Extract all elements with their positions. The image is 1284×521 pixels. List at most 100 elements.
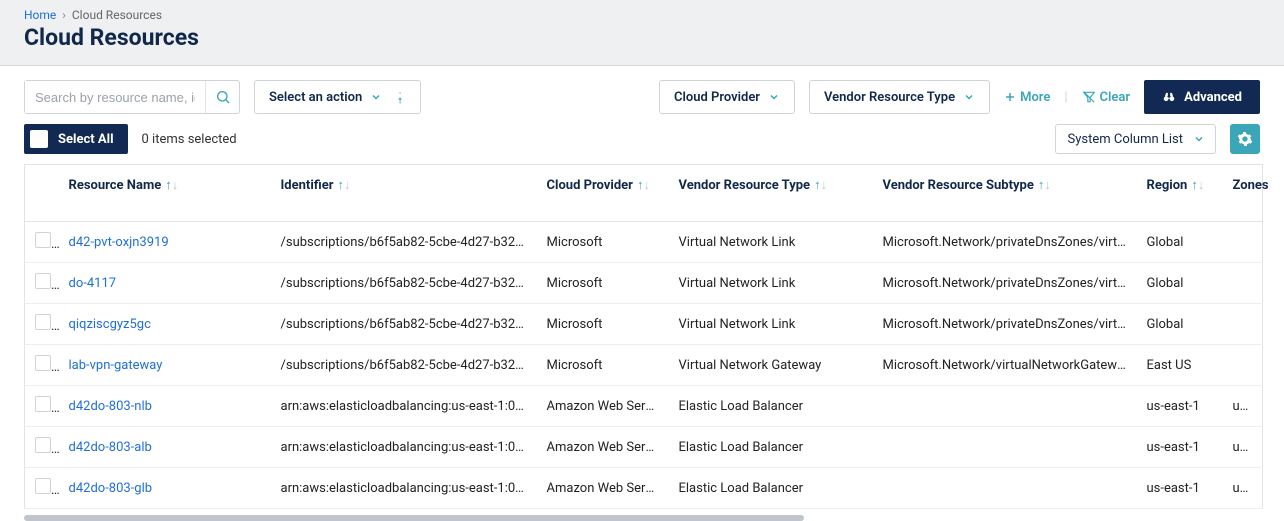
resource-name-link[interactable]: do-4117 — [69, 276, 117, 291]
filter-cloud-provider[interactable]: Cloud Provider — [659, 80, 795, 114]
cell-vendor-resource-type: Elastic Load Balancer — [669, 427, 873, 468]
advanced-button[interactable]: Advanced — [1144, 80, 1260, 114]
horizontal-scrollbar[interactable] — [24, 515, 804, 521]
clear-filters[interactable]: Clear — [1082, 90, 1131, 105]
col-cloud-provider[interactable]: Cloud Provider↑↓ — [537, 165, 669, 222]
chevron-down-icon — [963, 91, 975, 103]
cell-identifier: arn:aws:elasticloadbalancing:us-east-1:0… — [271, 468, 537, 509]
cell-zones: us-e... — [1223, 427, 1263, 468]
table-row: d42do-803-glb arn:aws:elasticloadbalancin… — [25, 468, 1263, 509]
action-dropdown[interactable]: Select an action — [254, 80, 421, 114]
row-checkbox[interactable] — [35, 314, 51, 330]
breadcrumb-current: Cloud Resources — [72, 8, 162, 22]
table-header-row: Resource Name↑↓ Identifier↑↓ Cloud Provi… — [25, 165, 1263, 222]
toolbar-divider: | — [1064, 90, 1067, 105]
more-filters-label: More — [1020, 90, 1050, 105]
cell-vendor-resource-type: Elastic Load Balancer — [669, 468, 873, 509]
cell-cloud-provider: Microsoft — [537, 222, 669, 263]
table-row: d42do-803-nlbarn:aws:elasticloadbalancin… — [25, 386, 1263, 427]
search-input[interactable] — [25, 81, 205, 113]
cell-cloud-provider: Microsoft — [537, 304, 669, 345]
cell-vendor-resource-subtype: Microsoft.Network/virtualNetworkGateways — [873, 345, 1137, 386]
resource-name-link[interactable]: d42do-803-nlb — [69, 399, 152, 414]
sort-icon: ↑↓ — [637, 178, 650, 193]
cell-zones — [1223, 263, 1263, 304]
table-wrap: Resource Name↑↓ Identifier↑↓ Cloud Provi… — [0, 164, 1284, 515]
cell-vendor-resource-subtype: Microsoft.Network/privateDnsZones/virtua… — [873, 222, 1137, 263]
resource-name-link[interactable]: lab-vpn-gateway — [69, 358, 163, 373]
row-checkbox[interactable] — [35, 232, 51, 248]
filter-vendor-resource-type-label: Vendor Resource Type — [824, 90, 955, 105]
chevron-down-icon — [768, 91, 780, 103]
search-icon — [215, 89, 231, 105]
more-filters[interactable]: More — [1004, 90, 1050, 105]
cell-region: us-east-1 — [1137, 427, 1223, 468]
cell-region: us-east-1 — [1137, 468, 1223, 509]
cell-vendor-resource-subtype — [873, 386, 1137, 427]
gear-icon — [1237, 131, 1253, 147]
clear-filters-label: Clear — [1100, 90, 1131, 105]
cell-cloud-provider: Amazon Web Servi... — [537, 386, 669, 427]
resource-name-link[interactable]: d42do-803-alb — [69, 440, 152, 455]
select-all-button[interactable]: Select All — [24, 124, 128, 154]
cell-region: Global — [1137, 304, 1223, 345]
select-all-checkbox[interactable] — [30, 130, 48, 148]
pin-button[interactable] — [386, 85, 410, 109]
selection-row: Select All 0 items selected System Colum… — [0, 124, 1284, 164]
cell-region: Global — [1137, 222, 1223, 263]
col-vendor-resource-type[interactable]: Vendor Resource Type↑↓ — [669, 165, 873, 222]
resource-name-link[interactable]: d42do-803-glb — [69, 481, 153, 496]
cell-identifier: /subscriptions/b6f5ab82-5cbe-4d27-b323-.… — [271, 263, 537, 304]
action-dropdown-label: Select an action — [269, 90, 362, 105]
sort-icon: ↑↓ — [1038, 178, 1051, 193]
table-row: do-4117/subscriptions/b6f5ab82-5cbe-4d27… — [25, 263, 1263, 304]
resource-name-link[interactable]: qiqziscgyz5gc — [69, 317, 151, 332]
cell-identifier: arn:aws:elasticloadbalancing:us-east-1:0… — [271, 427, 537, 468]
search-button[interactable] — [205, 81, 239, 113]
cell-zones — [1223, 222, 1263, 263]
cell-identifier: /subscriptions/b6f5ab82-5cbe-4d27-b323-.… — [271, 222, 537, 263]
row-checkbox[interactable] — [35, 478, 51, 494]
column-picker-label: System Column List — [1068, 132, 1183, 147]
breadcrumb-home[interactable]: Home — [24, 8, 56, 22]
sort-icon: ↑↓ — [165, 178, 178, 193]
table-row: lab-vpn-gateway/subscriptions/b6f5ab82-5… — [25, 345, 1263, 386]
breadcrumb-separator: › — [62, 8, 66, 22]
breadcrumb: Home › Cloud Resources — [24, 8, 1260, 22]
col-zones[interactable]: Zones — [1223, 165, 1263, 222]
cell-zones: us-e... — [1223, 468, 1263, 509]
cell-vendor-resource-type: Virtual Network Link — [669, 263, 873, 304]
cell-vendor-resource-subtype: Microsoft.Network/privateDnsZones/virtua… — [873, 304, 1137, 345]
plus-icon — [1004, 91, 1016, 103]
chevron-down-icon — [370, 91, 382, 103]
clear-filter-icon — [1082, 90, 1096, 104]
table-row: d42-pvt-oxjn3919/subscriptions/b6f5ab82-… — [25, 222, 1263, 263]
resource-name-link[interactable]: d42-pvt-oxjn3919 — [69, 235, 169, 250]
row-checkbox[interactable] — [35, 437, 51, 453]
sort-icon: ↑↓ — [337, 178, 350, 193]
row-checkbox[interactable] — [35, 396, 51, 412]
page-title: Cloud Resources — [24, 24, 1260, 51]
col-vendor-resource-subtype[interactable]: Vendor Resource Subtype↑↓ — [873, 165, 1137, 222]
search-wrap — [24, 80, 240, 114]
settings-button[interactable] — [1230, 124, 1260, 154]
pin-icon — [391, 90, 405, 104]
cell-cloud-provider: Amazon Web Servi... — [537, 468, 669, 509]
cell-vendor-resource-type: Virtual Network Gateway — [669, 345, 873, 386]
filter-vendor-resource-type[interactable]: Vendor Resource Type — [809, 80, 990, 114]
cell-vendor-resource-subtype: Microsoft.Network/privateDnsZones/virtua… — [873, 263, 1137, 304]
cell-region: East US — [1137, 345, 1223, 386]
col-identifier[interactable]: Identifier↑↓ — [271, 165, 537, 222]
selection-count: 0 items selected — [142, 132, 237, 147]
col-region[interactable]: Region↑↓ — [1137, 165, 1223, 222]
cell-cloud-provider: Microsoft — [537, 345, 669, 386]
sort-icon: ↑↓ — [1191, 178, 1204, 193]
row-checkbox[interactable] — [35, 355, 51, 371]
col-resource-name[interactable]: Resource Name↑↓ — [59, 165, 271, 222]
cell-vendor-resource-type: Virtual Network Link — [669, 304, 873, 345]
column-picker[interactable]: System Column List — [1055, 124, 1216, 154]
cell-region: us-east-1 — [1137, 386, 1223, 427]
row-checkbox[interactable] — [35, 273, 51, 289]
table-row: d42do-803-alb arn:aws:elasticloadbalancin… — [25, 427, 1263, 468]
cell-cloud-provider: Microsoft — [537, 263, 669, 304]
